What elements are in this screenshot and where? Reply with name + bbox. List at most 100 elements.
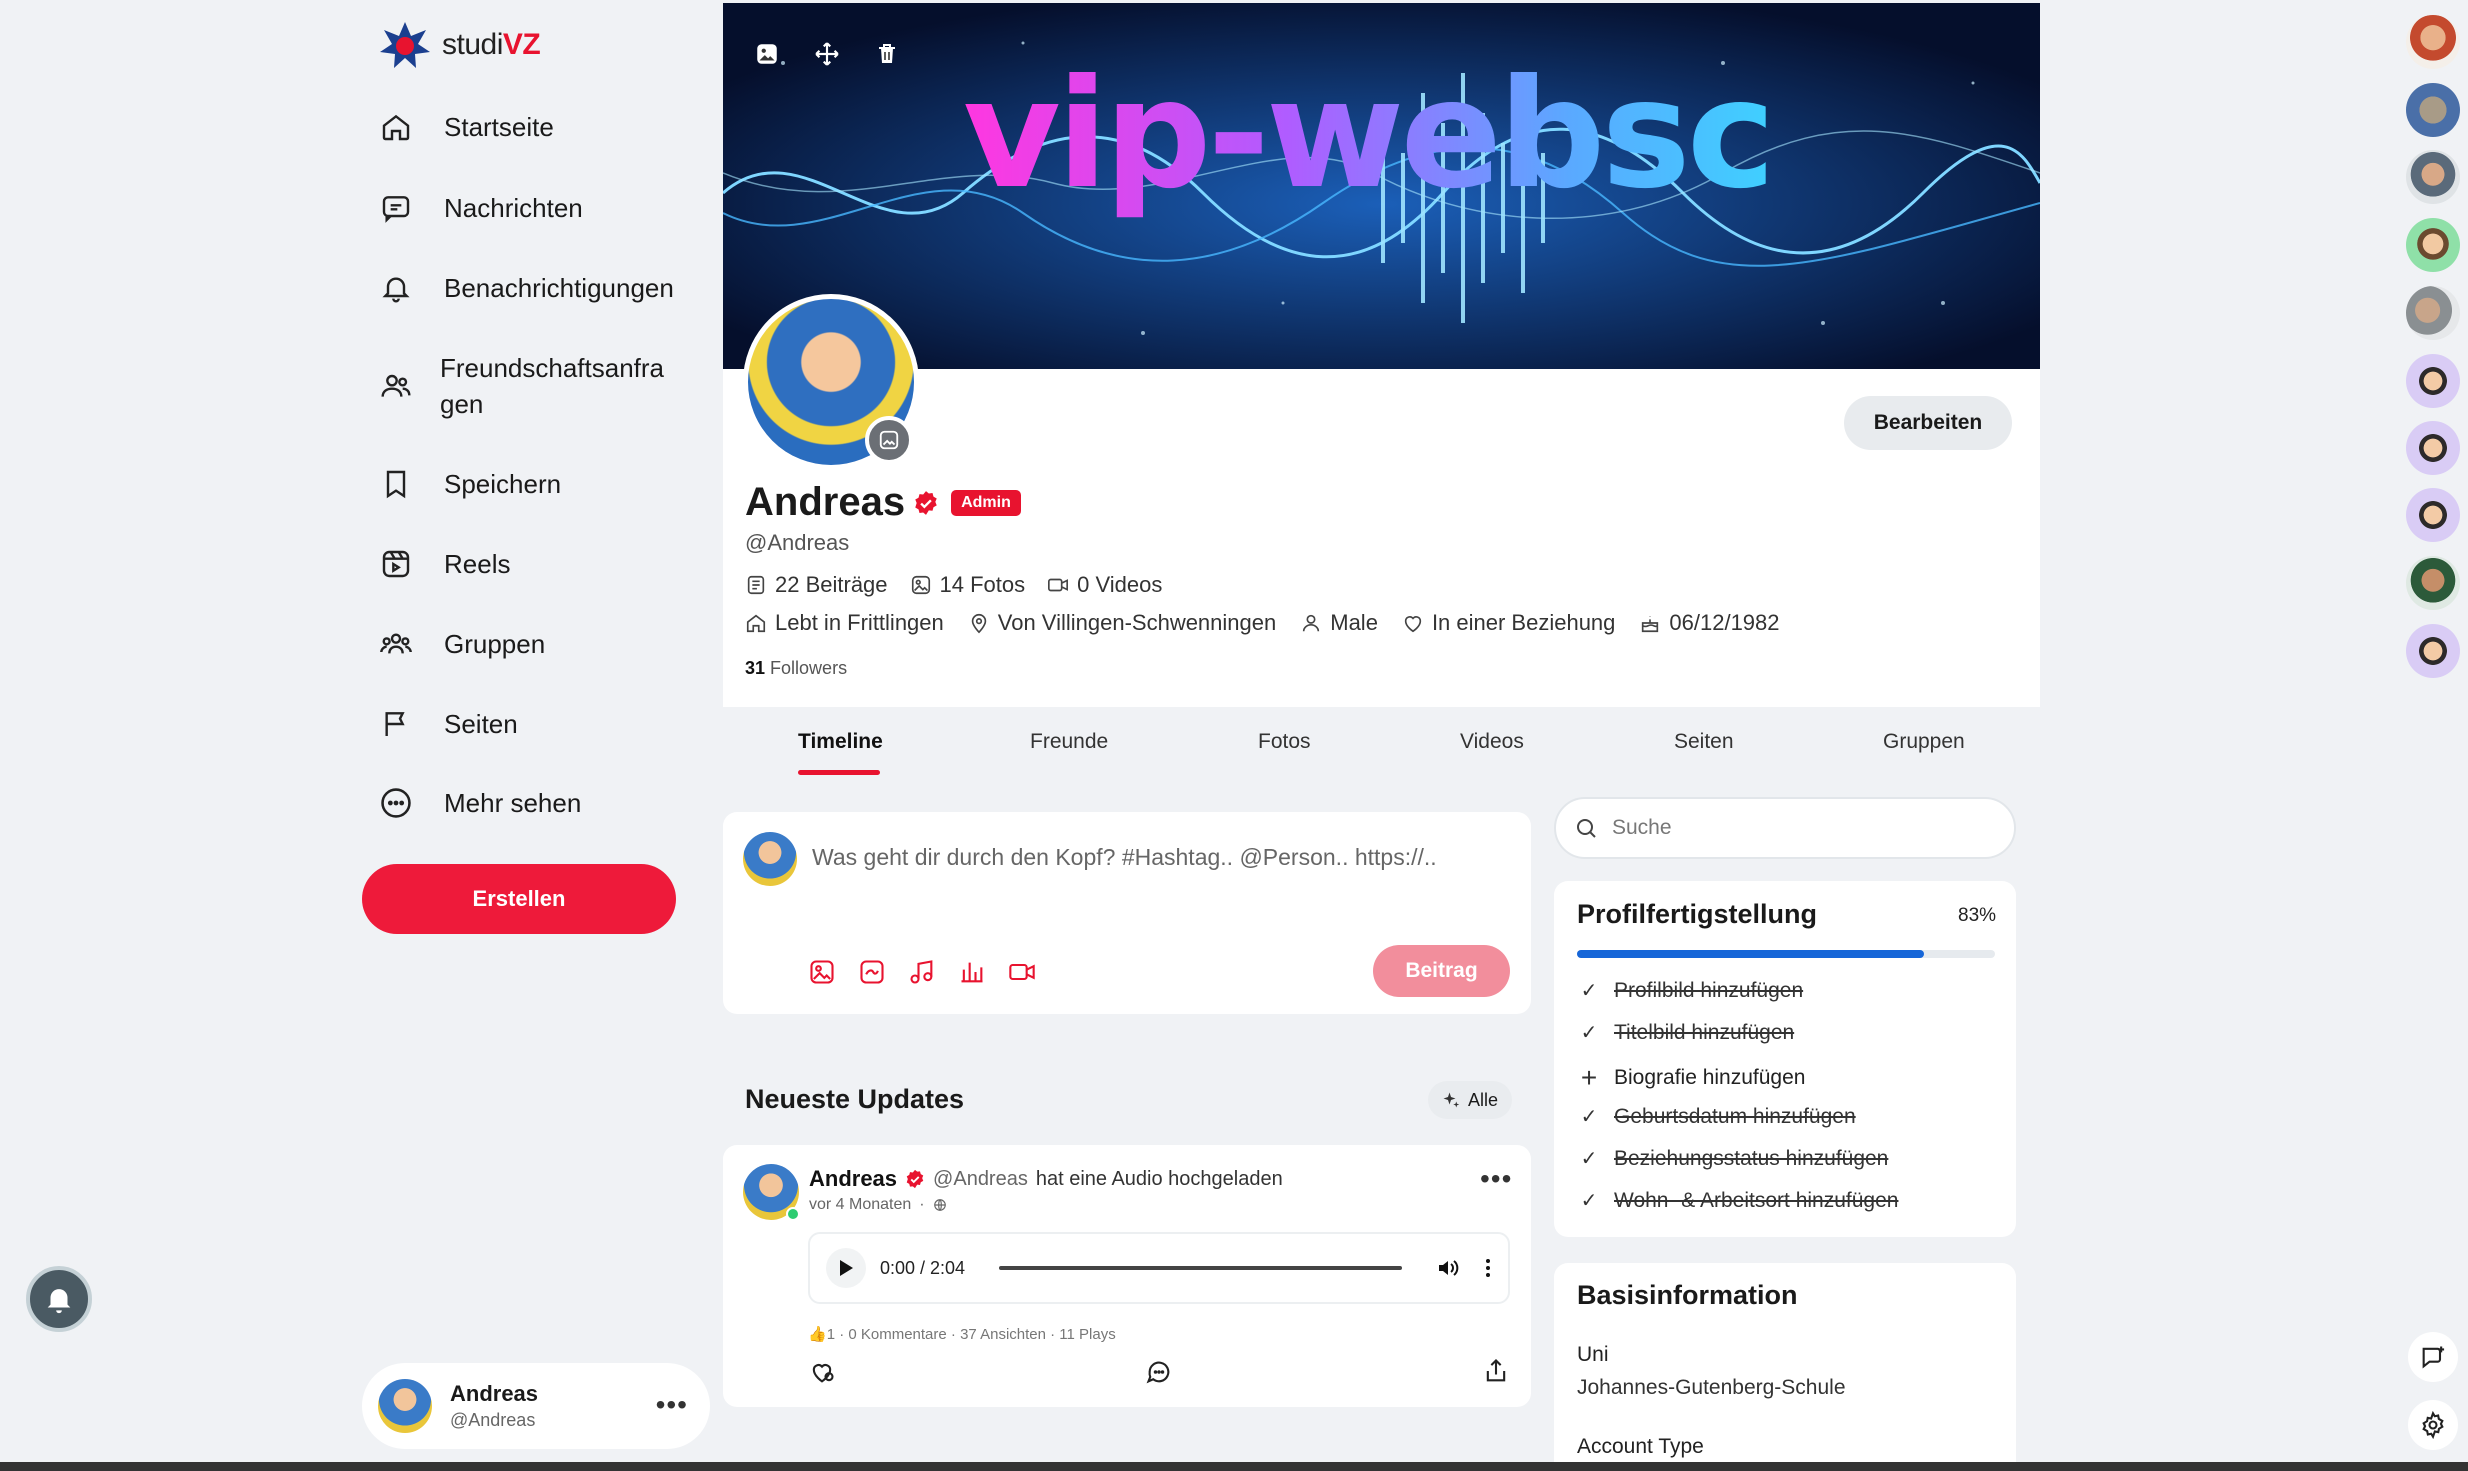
verified-icon: [915, 490, 937, 515]
sparkle-icon: [1443, 1092, 1460, 1108]
profile-handle: @Andreas: [745, 530, 850, 555]
like-button[interactable]: [808, 1358, 836, 1386]
sidebar-item-benachrichtigungen[interactable]: Benachrichtigungen: [378, 270, 674, 306]
videos-stat[interactable]: 0 Videos: [1047, 572, 1162, 598]
contact-avatar[interactable]: [2406, 218, 2460, 272]
delete-cover-button[interactable]: [869, 36, 905, 72]
globe-icon: [933, 1199, 946, 1211]
posts-icon: [747, 575, 765, 595]
like-reaction-icon: 👍: [808, 1326, 827, 1343]
check-icon: ✓: [1580, 1190, 1598, 1212]
contact-avatar[interactable]: [2406, 286, 2460, 340]
move-cover-button[interactable]: [809, 36, 845, 72]
online-status-dot: [786, 1207, 800, 1221]
music-icon[interactable]: [908, 958, 936, 986]
posts-stat[interactable]: 22 Beiträge: [745, 572, 888, 598]
contact-avatar[interactable]: [2406, 83, 2460, 137]
change-avatar-button[interactable]: [865, 416, 913, 464]
audio-more-icon[interactable]: [1484, 1256, 1492, 1280]
updates-filter-button[interactable]: Alle: [1428, 1081, 1513, 1119]
sidebar-item-startseite[interactable]: Startseite: [378, 109, 554, 145]
sidebar-item-speichern[interactable]: Speichern: [378, 466, 561, 502]
settings-button[interactable]: [2408, 1400, 2458, 1450]
contact-avatar[interactable]: [2406, 421, 2460, 475]
check-icon: ✓: [1580, 1148, 1598, 1170]
cover-title-text: vip-websc: [963, 48, 1776, 222]
avatar: [743, 832, 797, 886]
contact-avatar[interactable]: [2406, 15, 2460, 69]
contact-avatar[interactable]: [2406, 150, 2460, 204]
sidebar-item-nachrichten[interactable]: Nachrichten: [378, 190, 583, 226]
sidebar-item-gruppen[interactable]: Gruppen: [378, 626, 545, 662]
photos-stat[interactable]: 14 Fotos: [910, 572, 1025, 598]
gif-icon[interactable]: [858, 958, 886, 986]
image-icon: [879, 430, 899, 450]
post-author[interactable]: Andreas: [809, 1166, 897, 1192]
home-icon: [746, 614, 766, 633]
friends-icon: [378, 368, 414, 404]
image-upload-icon[interactable]: [808, 958, 836, 986]
notification-bell-button[interactable]: [26, 1266, 92, 1332]
heart-icon: [1404, 616, 1422, 633]
image-icon: [757, 44, 777, 64]
tab-videos[interactable]: Videos: [1460, 730, 1524, 754]
post-stats: 👍1 · 0 Kommentare · 37 Ansichten · 11 Pl…: [808, 1326, 1116, 1343]
audio-progress[interactable]: [999, 1266, 1402, 1270]
profile-stats: 22 Beiträge 14 Fotos 0 Videos: [745, 572, 1162, 598]
post-options-icon[interactable]: •••: [1480, 1163, 1512, 1195]
relationship: In einer Beziehung: [1402, 610, 1615, 636]
completion-item-titelbild[interactable]: ✓ Titelbild hinzufügen: [1578, 1020, 1795, 1045]
new-chat-button[interactable]: [2408, 1332, 2458, 1382]
like-icon: [812, 1364, 834, 1383]
tab-fotos[interactable]: Fotos: [1258, 730, 1311, 754]
video-upload-icon[interactable]: [1008, 958, 1036, 986]
home-icon: [378, 109, 414, 145]
volume-icon[interactable]: [1436, 1256, 1460, 1280]
contact-avatar[interactable]: [2406, 354, 2460, 408]
reels-icon: [378, 546, 414, 582]
change-cover-button[interactable]: [749, 36, 785, 72]
completion-item-profilbild[interactable]: ✓ Profilbild hinzufügen: [1578, 978, 1804, 1003]
edit-profile-button[interactable]: Bearbeiten: [1844, 396, 2012, 450]
followers-count[interactable]: 31 Followers: [745, 658, 847, 679]
post-handle[interactable]: @Andreas: [933, 1168, 1028, 1191]
completion-item-biografie[interactable]: + Biografie hinzufügen: [1578, 1062, 1806, 1094]
sidebar-item-freundschaftsanfragen[interactable]: Freundschaftsanfra gen: [378, 350, 664, 422]
contact-avatar[interactable]: [2406, 556, 2460, 610]
share-button[interactable]: [1482, 1357, 1510, 1385]
post-action: hat eine Audio hochgeladen: [1035, 1167, 1283, 1190]
tab-seiten[interactable]: Seiten: [1674, 730, 1734, 754]
comment-button[interactable]: [1145, 1358, 1173, 1386]
submit-post-button[interactable]: Beitrag: [1373, 945, 1510, 997]
gender: Male: [1300, 610, 1378, 636]
tab-freunde[interactable]: Freunde: [1030, 730, 1108, 754]
current-user-card[interactable]: Andreas @Andreas •••: [362, 1363, 710, 1449]
completion-item-wohnort[interactable]: ✓ Wohn- & Arbeitsort hinzufügen: [1578, 1188, 1899, 1213]
contact-avatar[interactable]: [2406, 488, 2460, 542]
photo-icon: [911, 575, 930, 595]
contact-avatar[interactable]: [2406, 624, 2460, 678]
sidebar-item-seiten[interactable]: Seiten: [378, 706, 518, 742]
poll-icon[interactable]: [958, 958, 986, 986]
basic-info-title: Basisinformation: [1577, 1280, 1798, 1310]
completion-item-beziehungsstatus[interactable]: ✓ Beziehungsstatus hinzufügen: [1578, 1146, 1889, 1171]
brand-logo[interactable]: studiVZ: [378, 20, 541, 70]
post-timestamp: vor 4 Monaten ·: [809, 1196, 947, 1214]
sidebar-item-reels[interactable]: Reels: [378, 546, 510, 582]
composer-input[interactable]: Was geht dir durch den Kopf? #Hashtag.. …: [812, 844, 1437, 871]
search-icon: [1577, 819, 1596, 838]
check-icon: ✓: [1580, 980, 1598, 1002]
bell-icon: [378, 270, 414, 306]
chat-icon: [378, 190, 414, 226]
bookmark-icon: [378, 466, 414, 502]
completion-item-geburtsdatum[interactable]: ✓ Geburtsdatum hinzufügen: [1578, 1104, 1856, 1129]
more-options-icon[interactable]: •••: [656, 1389, 688, 1421]
sidebar-item-mehr-sehen[interactable]: Mehr sehen: [378, 785, 581, 821]
search-input[interactable]: Suche: [1554, 797, 2016, 859]
tab-gruppen[interactable]: Gruppen: [1883, 730, 1965, 754]
play-button[interactable]: [826, 1248, 866, 1288]
tab-timeline[interactable]: Timeline: [798, 730, 883, 754]
new-chat-icon: [2422, 1346, 2445, 1369]
create-button[interactable]: Erstellen: [362, 864, 676, 934]
flag-icon: [378, 706, 414, 742]
